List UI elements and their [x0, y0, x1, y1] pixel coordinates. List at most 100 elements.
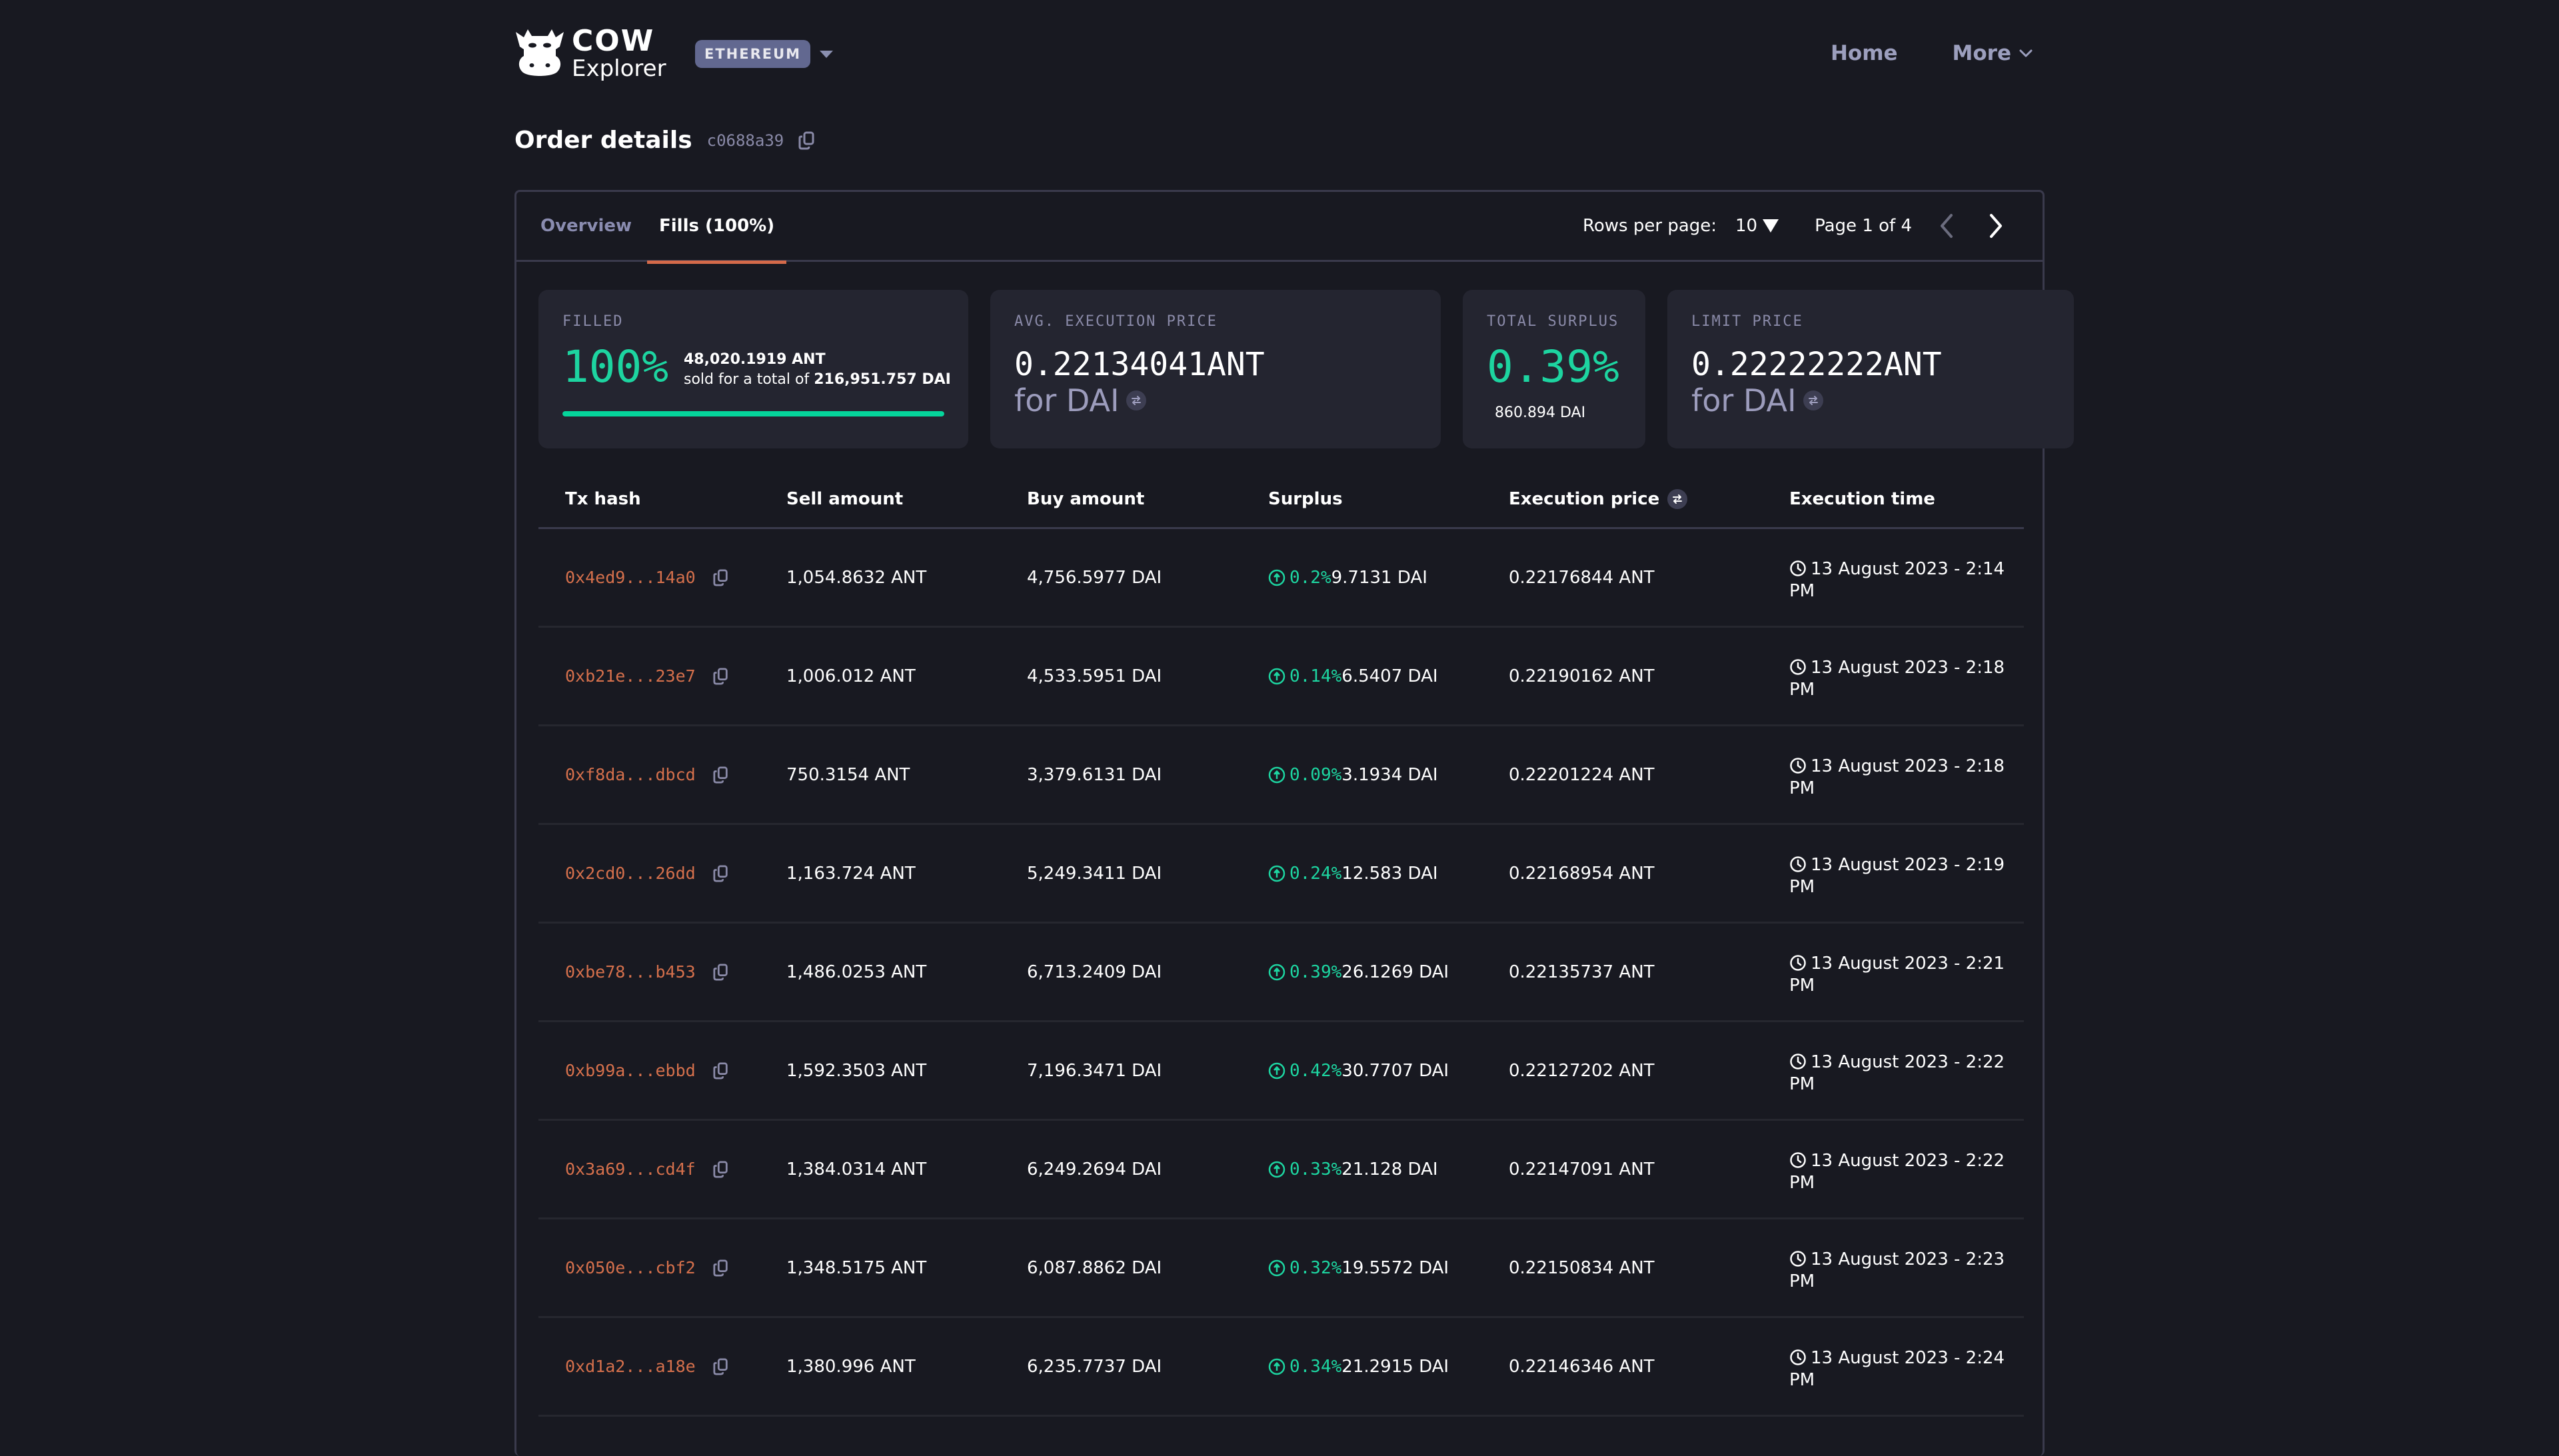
copy-tx-hash-button[interactable]	[713, 1259, 729, 1277]
surplus-amount: 19.5572 DAI	[1341, 1257, 1449, 1278]
table-row: 0xb21e...23e7 1,006.012 ANT 4,533.5951 D…	[538, 628, 2024, 726]
arrow-up-circle-icon	[1268, 569, 1285, 586]
copy-tx-hash-button[interactable]	[713, 668, 729, 685]
surplus-amount: 3.1934 DAI	[1341, 764, 1438, 785]
tabs-bar: Overview Fills (100%) Rows per page: 10 …	[516, 192, 2043, 264]
surplus-amount: 860.894 DAI	[1495, 404, 1586, 421]
logo-product-text: Explorer	[572, 55, 666, 82]
copy-icon	[798, 131, 814, 149]
execution-time-cell: 13 August 2023 - 2:14 PM	[1789, 558, 2009, 602]
invert-execution-price-button[interactable]	[1667, 489, 1688, 509]
surplus-cell: 0.2% 9.7131 DAI	[1268, 529, 1427, 626]
page-title: Order details	[514, 127, 692, 154]
network-badge[interactable]: ETHEREUM	[695, 40, 811, 68]
surplus-cell: 0.34% 21.2915 DAI	[1268, 1318, 1449, 1415]
copy-icon	[713, 865, 728, 882]
table-row: 0xb99a...ebbd 1,592.3503 ANT 7,196.3471 …	[538, 1022, 2024, 1121]
copy-icon	[713, 1259, 728, 1276]
copy-tx-hash-button[interactable]	[713, 1062, 729, 1080]
previous-page-button[interactable]	[1933, 210, 1960, 242]
copy-tx-hash-button[interactable]	[713, 569, 729, 586]
execution-time-cell: 13 August 2023 - 2:19 PM	[1789, 854, 2009, 898]
nav-more[interactable]: More	[1953, 41, 2033, 65]
tab-fills[interactable]: Fills (100%)	[646, 216, 787, 264]
execution-time-text: 13 August 2023 - 2:19 PM	[1789, 855, 2005, 897]
copy-icon	[713, 668, 728, 684]
surplus-cell: 0.24% 12.583 DAI	[1268, 825, 1438, 922]
copy-order-id-button[interactable]	[798, 131, 816, 150]
avg-price-value: 0.22134041ANT	[1014, 346, 1265, 383]
copy-tx-hash-button[interactable]	[713, 1358, 729, 1375]
total-surplus-card: TOTAL SURPLUS 0.39% 860.894 DAI	[1463, 290, 1645, 448]
buy-amount-cell: 5,249.3411 DAI	[1027, 863, 1162, 884]
table-row: 0x050e...cbf2 1,348.5175 ANT 6,087.8862 …	[538, 1219, 2024, 1318]
sell-amount-cell: 1,380.996 ANT	[786, 1356, 916, 1377]
tx-hash-link[interactable]: 0xbe78...b453	[565, 962, 696, 982]
copy-tx-hash-button[interactable]	[713, 1161, 729, 1178]
invert-price-button[interactable]	[1126, 390, 1146, 410]
copy-icon	[713, 766, 728, 783]
tx-hash-link[interactable]: 0x050e...cbf2	[565, 1258, 696, 1277]
surplus-percent: 0.42%	[1289, 1060, 1342, 1081]
sell-amount-cell: 1,163.724 ANT	[786, 863, 916, 884]
next-page-button[interactable]	[1983, 210, 2009, 242]
tx-hash-link[interactable]: 0x3a69...cd4f	[565, 1159, 696, 1179]
rows-per-page-label: Rows per page:	[1582, 216, 1717, 236]
filled-amount: 48,020.1919 ANT	[684, 351, 826, 368]
sell-amount-cell: 1,348.5175 ANT	[786, 1257, 927, 1278]
sell-amount-cell: 1,592.3503 ANT	[786, 1060, 927, 1081]
tx-hash-link[interactable]: 0xb21e...23e7	[565, 666, 696, 686]
execution-time-text: 13 August 2023 - 2:22 PM	[1789, 1151, 2005, 1193]
buy-amount-cell: 3,379.6131 DAI	[1027, 764, 1162, 785]
execution-time-cell: 13 August 2023 - 2:18 PM	[1789, 756, 2009, 800]
tab-overview[interactable]: Overview	[540, 216, 632, 262]
surplus-amount: 12.583 DAI	[1341, 863, 1438, 884]
tx-hash-cell: 0xd1a2...a18e	[565, 1318, 729, 1415]
execution-time-cell: 13 August 2023 - 2:22 PM	[1789, 1052, 2009, 1095]
surplus-amount: 26.1269 DAI	[1341, 962, 1449, 982]
copy-tx-hash-button[interactable]	[713, 865, 729, 882]
tx-hash-link[interactable]: 0x2cd0...26dd	[565, 864, 696, 883]
column-header-execution-price: Execution price	[1509, 489, 1688, 509]
top-header: COW Explorer ETHEREUM Home More	[513, 27, 2046, 87]
buy-amount-cell: 7,196.3471 DAI	[1027, 1060, 1162, 1081]
caret-down-icon	[1763, 219, 1779, 233]
buy-amount-cell: 6,249.2694 DAI	[1027, 1159, 1162, 1179]
chevron-left-icon	[1941, 214, 1953, 238]
column-header-buy-amount: Buy amount	[1027, 489, 1145, 509]
tx-hash-link[interactable]: 0x4ed9...14a0	[565, 568, 696, 587]
tx-hash-cell: 0xb99a...ebbd	[565, 1022, 729, 1119]
surplus-cell: 0.09% 3.1934 DAI	[1268, 726, 1438, 823]
buy-amount-cell: 6,087.8862 DAI	[1027, 1257, 1162, 1278]
surplus-cell: 0.33% 21.128 DAI	[1268, 1121, 1438, 1217]
table-row: 0x4ed9...14a0 1,054.8632 ANT 4,756.5977 …	[538, 529, 2024, 628]
tx-hash-link[interactable]: 0xf8da...dbcd	[565, 765, 696, 784]
execution-time-text: 13 August 2023 - 2:22 PM	[1789, 1052, 2005, 1094]
network-selector[interactable]: ETHEREUM	[695, 40, 834, 68]
execution-price-cell: 0.22150834 ANT	[1509, 1257, 1655, 1278]
copy-tx-hash-button[interactable]	[713, 964, 729, 981]
surplus-cell: 0.42% 30.7707 DAI	[1268, 1022, 1449, 1119]
caret-down-icon[interactable]	[820, 50, 834, 58]
tx-hash-cell: 0xbe78...b453	[565, 924, 729, 1020]
tx-hash-cell: 0xf8da...dbcd	[565, 726, 729, 823]
execution-price-header-label: Execution price	[1509, 489, 1660, 509]
sell-amount-cell: 750.3154 ANT	[786, 764, 910, 785]
execution-time-text: 13 August 2023 - 2:21 PM	[1789, 954, 2005, 996]
nav-home[interactable]: Home	[1831, 41, 1898, 65]
rows-per-page-select[interactable]: 10	[1735, 216, 1779, 236]
tx-hash-link[interactable]: 0xd1a2...a18e	[565, 1357, 696, 1376]
execution-price-cell: 0.22190162 ANT	[1509, 666, 1655, 686]
tx-hash-link[interactable]: 0xb99a...ebbd	[565, 1061, 696, 1080]
column-header-sell-amount: Sell amount	[786, 489, 904, 509]
invert-limit-price-button[interactable]	[1803, 390, 1823, 410]
chevron-down-icon	[2019, 49, 2033, 57]
clock-icon	[1790, 955, 1806, 971]
clock-icon	[1790, 1152, 1806, 1168]
surplus-percent: 0.24%	[1289, 863, 1342, 884]
filled-progress-fill	[562, 411, 944, 416]
tx-hash-cell: 0x2cd0...26dd	[565, 825, 729, 922]
surplus-amount: 30.7707 DAI	[1341, 1060, 1449, 1081]
copy-tx-hash-button[interactable]	[713, 766, 729, 784]
cow-explorer-logo[interactable]: COW Explorer	[513, 27, 666, 80]
